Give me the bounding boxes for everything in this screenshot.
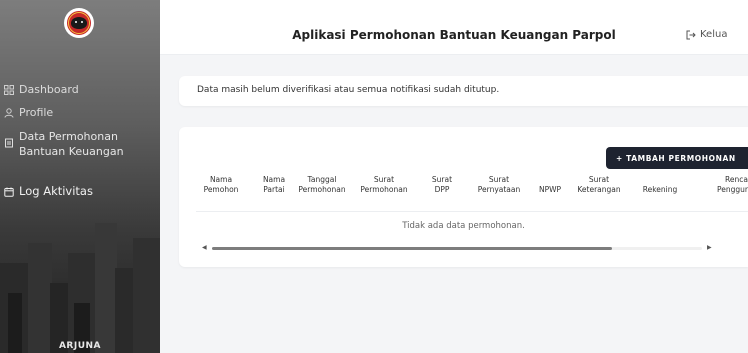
column-header: Surat Keterangan [577,175,621,194]
sidebar-item-label: Profile [19,106,54,119]
notification-card: Data masih belum diverifikasi atau semua… [179,76,748,106]
document-icon [5,138,13,148]
app-brand-name: ARJUNA [58,341,102,351]
scrollbar-thumb[interactable] [212,247,612,250]
notification-text: Data masih belum diverifikasi atau semua… [197,85,500,95]
scroll-right-arrow-icon[interactable]: ▶ [707,244,712,251]
table-divider [196,211,748,212]
table-header: Nama Pemohon Nama Partai Tanggal Permohonan… [179,175,748,209]
sidebar: Dashboard Profile Data Permohonan Bantua… [0,0,160,353]
column-header: Surat Permohonan [360,175,408,194]
column-header: Tanggal Permohonan [298,175,346,194]
sidebar-item-label-line2: Bantuan Keuangan [19,145,124,158]
scroll-left-arrow-icon[interactable]: ◀ [202,244,207,251]
column-header: Surat Pernyataan [477,175,521,194]
horizontal-scrollbar[interactable] [212,247,702,250]
grid-icon [4,85,14,95]
sidebar-item-log-aktivitas[interactable]: Log Aktivitas [0,184,97,199]
sidebar-item-profile[interactable]: Profile [0,105,57,120]
sidebar-item-label: Log Aktivitas [19,184,93,198]
column-header: Rekening [642,185,678,194]
sidebar-item-data-permohonan[interactable]: Data Permohonan Bantuan Keuangan [0,129,128,159]
permohonan-table-card: + TAMBAH PERMOHONAN Nama Pemohon Nama Part… [179,127,748,267]
page-title: Aplikasi Permohonan Bantuan Keuangan Par… [292,28,616,42]
column-header: NPWP [538,185,562,194]
add-permohonan-button[interactable]: + TAMBAH PERMOHONAN [606,147,748,169]
user-icon [4,108,14,118]
top-header: Aplikasi Permohonan Bantuan Keuangan Par… [160,0,748,55]
logout-label: Kelua [700,29,728,40]
sidebar-item-label: Data Permohonan [19,130,118,143]
empty-table-message: Tidak ada data permohonan. [402,221,525,231]
party-logo [64,8,94,38]
column-header: Surat DPP [431,175,453,194]
column-header: Nama Pemohon [203,175,239,194]
column-header: Nama Partai [262,175,286,194]
logout-icon [686,30,696,39]
column-header: Renca Penggur [717,175,748,194]
calendar-icon [4,187,14,197]
sidebar-item-dashboard[interactable]: Dashboard [0,82,83,97]
logout-button[interactable]: Kelua [686,29,727,40]
city-skyline-background [0,223,160,353]
sidebar-item-label: Dashboard [19,83,79,96]
